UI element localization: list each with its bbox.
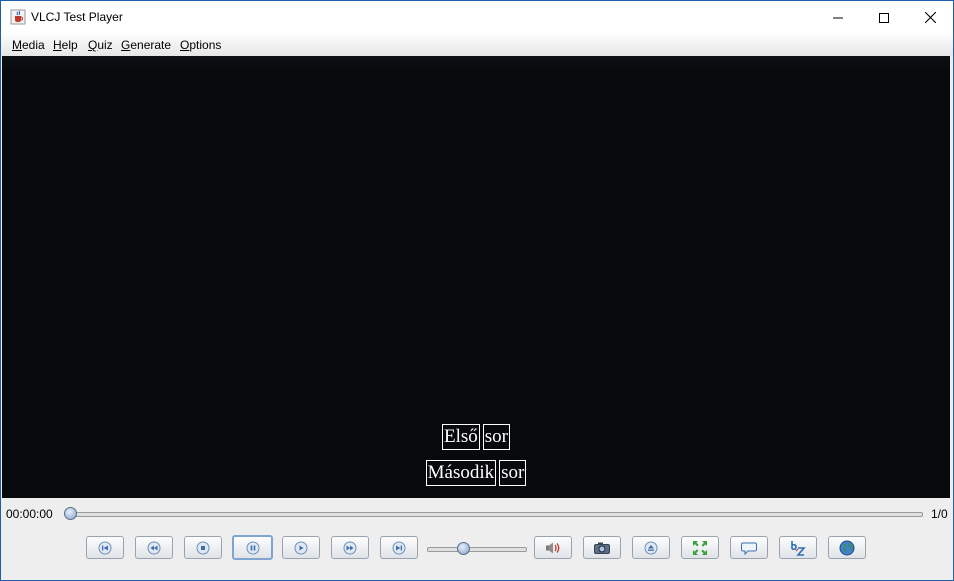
video-top-shade — [2, 56, 950, 76]
time-label: 00:00:00 — [6, 507, 53, 521]
connect-button[interactable] — [828, 536, 866, 559]
rewind-button[interactable] — [135, 536, 173, 559]
video-surface[interactable]: Első sor Második sor — [2, 56, 950, 498]
stop-button[interactable] — [184, 536, 222, 559]
stop-icon — [196, 541, 210, 554]
fullscreen-icon — [693, 540, 707, 555]
subtitle-line-2: Második sor — [2, 460, 950, 486]
menu-generate[interactable]: Generate — [121, 38, 171, 52]
fullscreen-button[interactable] — [681, 536, 719, 559]
menu-help[interactable]: Help — [53, 38, 78, 52]
volume-slider-thumb[interactable] — [457, 542, 471, 555]
close-button[interactable] — [907, 1, 953, 34]
subtitle-line-1: Első sor — [2, 424, 950, 450]
subtitle-word: sor — [499, 460, 527, 486]
menu-bar: Media Help Quiz Generate Options — [1, 34, 953, 56]
title-bar[interactable]: VLCJ Test Player — [1, 1, 953, 34]
subtitle-track-icon — [791, 540, 806, 556]
control-panel: 00:00:00 1/0 — [1, 498, 953, 580]
previous-chapter-button[interactable] — [86, 536, 124, 559]
pause-icon — [246, 541, 259, 554]
subtitle-word: sor — [482, 424, 510, 450]
snapshot-button[interactable] — [583, 536, 621, 559]
java-app-icon — [10, 9, 26, 25]
maximize-button[interactable] — [861, 1, 907, 34]
menu-quiz[interactable]: Quiz — [88, 38, 113, 52]
speech-bubble-icon — [741, 542, 757, 555]
menu-options[interactable]: Options — [180, 38, 221, 52]
skip-previous-icon — [98, 541, 112, 554]
minimize-icon — [833, 17, 843, 18]
maximize-icon — [879, 12, 889, 23]
subtitles-button[interactable] — [730, 536, 768, 559]
close-icon — [924, 12, 936, 23]
camera-icon — [594, 542, 610, 554]
eject-button[interactable] — [632, 536, 670, 559]
chapter-label: 1/0 — [931, 507, 948, 521]
menu-media[interactable]: Media — [12, 38, 45, 52]
speaker-icon — [546, 542, 560, 553]
subtitle-word: Első — [441, 424, 480, 450]
next-chapter-button[interactable] — [380, 536, 418, 559]
fast-forward-icon — [343, 541, 357, 554]
subtitle-word: Második — [425, 460, 497, 486]
volume-slider[interactable] — [427, 547, 527, 552]
fast-forward-button[interactable] — [331, 536, 369, 559]
window-title: VLCJ Test Player — [31, 10, 123, 24]
skip-next-icon — [392, 541, 406, 554]
eject-icon — [644, 541, 658, 554]
minimize-button[interactable] — [815, 1, 861, 34]
pause-button[interactable] — [232, 535, 273, 560]
main-window: VLCJ Test Player Media Help Quiz Generat… — [0, 0, 954, 581]
mute-button[interactable] — [534, 536, 572, 559]
subtitle-track-button[interactable] — [779, 536, 817, 559]
position-slider[interactable] — [65, 512, 923, 517]
position-slider-thumb[interactable] — [64, 507, 77, 520]
rewind-icon — [147, 541, 161, 554]
globe-icon — [839, 540, 855, 555]
play-button[interactable] — [282, 536, 320, 559]
play-icon — [294, 541, 308, 554]
